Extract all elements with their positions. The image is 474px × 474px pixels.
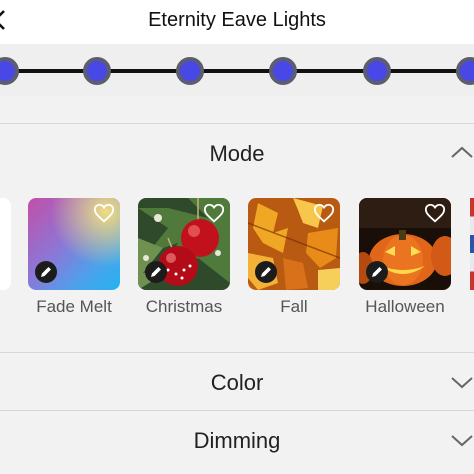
pencil-icon <box>261 267 271 277</box>
mode-tile-fall[interactable] <box>248 198 340 290</box>
edit-button[interactable] <box>35 261 57 283</box>
light-string-wire <box>0 69 474 73</box>
edit-button[interactable] <box>366 261 388 283</box>
section-mode-title[interactable]: Mode <box>0 141 474 167</box>
mode-tile-partial-left[interactable] <box>0 198 11 290</box>
mode-tile-partial-right[interactable] <box>470 198 474 290</box>
divider <box>0 352 474 353</box>
mode-tile-fade-melt[interactable] <box>28 198 120 290</box>
chevron-up-icon[interactable] <box>450 145 474 159</box>
mode-label-fade-melt: Fade Melt <box>36 297 112 316</box>
pencil-icon <box>41 267 51 277</box>
edit-button[interactable] <box>255 261 277 283</box>
heart-outline-icon[interactable] <box>313 202 335 224</box>
heart-outline-icon[interactable] <box>203 202 225 224</box>
pencil-icon <box>151 267 161 277</box>
mode-label-fall: Fall <box>280 297 308 316</box>
edit-button[interactable] <box>145 261 167 283</box>
section-dimming-title[interactable]: Dimming <box>0 428 474 454</box>
divider <box>0 410 474 411</box>
pencil-icon <box>372 267 382 277</box>
chevron-down-icon[interactable] <box>450 376 474 390</box>
bulb-2[interactable] <box>83 57 111 85</box>
chevron-down-icon[interactable] <box>450 434 474 448</box>
mode-label-halloween: Halloween <box>365 297 445 316</box>
bulb-4[interactable] <box>269 57 297 85</box>
mode-tile-halloween[interactable] <box>359 198 451 290</box>
heart-outline-icon[interactable] <box>424 202 446 224</box>
app-header: Eternity Eave Lights <box>0 0 474 44</box>
bulb-5[interactable] <box>363 57 391 85</box>
mode-tile-christmas[interactable] <box>138 198 230 290</box>
mode-label-christmas: Christmas <box>145 297 223 316</box>
section-color-title[interactable]: Color <box>0 370 474 396</box>
divider <box>0 123 474 124</box>
bulb-3[interactable] <box>176 57 204 85</box>
page-title: Eternity Eave Lights <box>148 9 326 31</box>
heart-outline-icon[interactable] <box>93 202 115 224</box>
